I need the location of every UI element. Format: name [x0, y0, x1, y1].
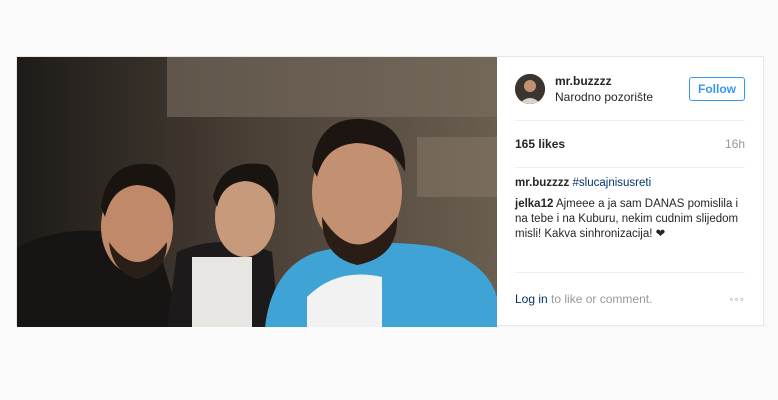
comment-username[interactable]: jelka12: [515, 198, 553, 210]
profile-avatar[interactable]: [515, 73, 545, 104]
comment-item: jelka12 Ajmeee a ja sam DANAS pomislila …: [515, 197, 745, 242]
login-link[interactable]: Log in: [515, 292, 548, 306]
instagram-post-embed: mr.buzzzz Narodno pozorište Follow 165 l…: [16, 56, 764, 327]
login-prompt: Log in to like or comment.: [515, 292, 652, 306]
caption-hashtag[interactable]: #slucajnisusreti: [573, 177, 652, 189]
comments-section: mr.buzzzz #slucajnisusreti jelka12 Ajmee…: [515, 168, 745, 242]
likes-count[interactable]: 165 likes: [515, 137, 565, 151]
more-options-icon[interactable]: ◦◦◦: [729, 292, 745, 306]
caption-username[interactable]: mr.buzzzz: [515, 177, 569, 189]
follow-button[interactable]: Follow: [689, 76, 745, 101]
post-meta: 165 likes 16h: [515, 121, 745, 168]
avatar-image: [515, 73, 545, 104]
post-timestamp[interactable]: 16h: [725, 137, 745, 151]
username-link[interactable]: mr.buzzzz: [555, 73, 689, 89]
post-sidebar: mr.buzzzz Narodno pozorište Follow 165 l…: [497, 57, 763, 325]
caption: mr.buzzzz #slucajnisusreti: [515, 176, 745, 191]
post-footer: Log in to like or comment. ◦◦◦: [515, 272, 745, 325]
post-photo[interactable]: [17, 57, 497, 327]
post-header: mr.buzzzz Narodno pozorište Follow: [515, 57, 745, 121]
location-link[interactable]: Narodno pozorište: [555, 89, 689, 105]
login-suffix: to like or comment.: [547, 292, 653, 306]
user-block: mr.buzzzz Narodno pozorište: [555, 73, 689, 105]
group-selfie-photo: [17, 57, 497, 327]
